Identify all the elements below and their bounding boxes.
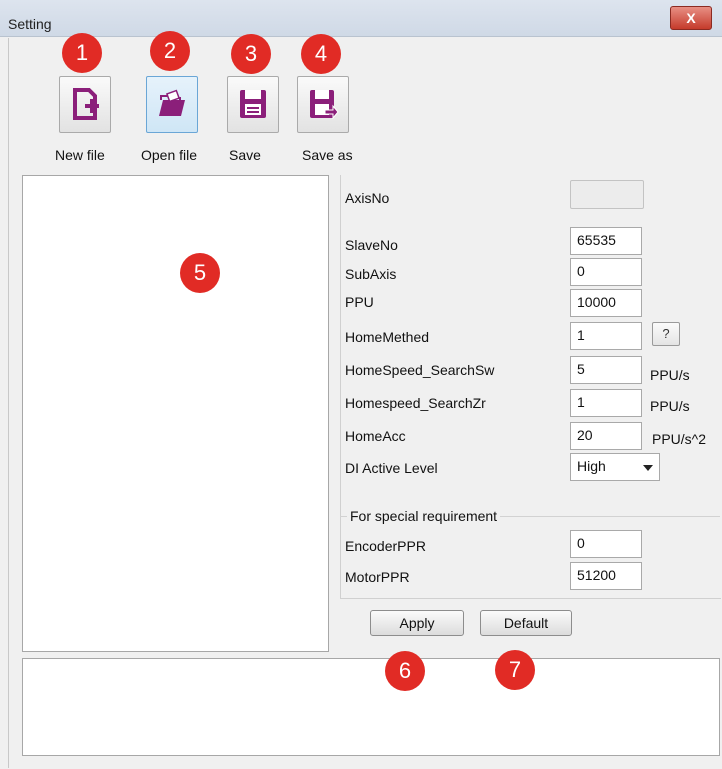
title-bar: Setting X bbox=[0, 0, 722, 37]
apply-button[interactable]: Apply bbox=[370, 610, 464, 636]
encoder-ppr-label: EncoderPPR bbox=[345, 538, 426, 554]
chevron-down-icon bbox=[643, 465, 653, 471]
output-log-box[interactable] bbox=[22, 658, 720, 756]
save-disk-icon bbox=[240, 90, 266, 118]
home-method-field[interactable]: 1 bbox=[570, 322, 642, 350]
sub-axis-field[interactable]: 0 bbox=[570, 258, 642, 286]
di-active-level-select[interactable]: High bbox=[570, 453, 660, 481]
save-as-icon bbox=[310, 90, 339, 120]
home-method-label: HomeMethed bbox=[345, 329, 430, 345]
save-label: Save bbox=[229, 147, 261, 163]
save-as-label: Save as bbox=[302, 147, 353, 163]
special-group-title: For special requirement bbox=[347, 508, 501, 524]
annotation-badge-7: 7 bbox=[495, 650, 535, 690]
home-acc-label: HomeAcc bbox=[345, 428, 406, 444]
home-speed-searchzr-field[interactable]: 1 bbox=[570, 389, 642, 417]
slave-no-field[interactable]: 65535 bbox=[570, 227, 642, 255]
di-active-level-label: DI Active Level bbox=[345, 460, 438, 476]
home-acc-unit: PPU/s^2 bbox=[652, 431, 707, 447]
home-speed-searchzr-label: Homespeed_SearchZr bbox=[345, 395, 486, 411]
annotation-badge-2: 2 bbox=[150, 31, 190, 71]
ppu-label: PPU bbox=[345, 294, 374, 310]
annotation-badge-5: 5 bbox=[180, 253, 220, 293]
axis-no-field bbox=[570, 180, 644, 209]
window-title: Setting bbox=[8, 16, 52, 32]
close-icon: X bbox=[686, 10, 696, 26]
new-file-icon bbox=[73, 88, 99, 120]
slave-no-label: SlaveNo bbox=[345, 237, 398, 253]
save-as-button[interactable] bbox=[297, 76, 349, 133]
sub-axis-label: SubAxis bbox=[345, 266, 397, 282]
axis-no-label: AxisNo bbox=[345, 190, 390, 206]
annotation-badge-6: 6 bbox=[385, 651, 425, 691]
home-acc-field[interactable]: 20 bbox=[570, 422, 642, 450]
open-folder-icon bbox=[159, 89, 185, 116]
ppu-field[interactable]: 10000 bbox=[570, 289, 642, 317]
home-speed-searchzr-unit: PPU/s bbox=[650, 398, 690, 414]
new-file-button[interactable] bbox=[59, 76, 111, 133]
home-method-help-button[interactable]: ? bbox=[652, 322, 680, 346]
annotation-badge-1: 1 bbox=[62, 33, 102, 73]
open-file-label: Open file bbox=[141, 147, 198, 163]
save-button[interactable] bbox=[227, 76, 279, 133]
di-active-level-value: High bbox=[577, 458, 606, 474]
encoder-ppr-field[interactable]: 0 bbox=[570, 530, 642, 558]
file-list-panel[interactable] bbox=[22, 175, 329, 652]
open-file-button[interactable] bbox=[146, 76, 198, 133]
home-speed-searchsw-unit: PPU/s bbox=[650, 367, 690, 383]
home-speed-searchsw-label: HomeSpeed_SearchSw bbox=[345, 362, 495, 378]
close-button[interactable]: X bbox=[670, 6, 712, 30]
default-button[interactable]: Default bbox=[480, 610, 572, 636]
annotation-badge-3: 3 bbox=[231, 34, 271, 74]
motor-ppr-label: MotorPPR bbox=[345, 569, 410, 585]
home-speed-searchsw-field[interactable]: 5 bbox=[570, 356, 642, 384]
annotation-badge-4: 4 bbox=[301, 34, 341, 74]
new-file-label: New file bbox=[55, 147, 105, 163]
motor-ppr-field[interactable]: 51200 bbox=[570, 562, 642, 590]
